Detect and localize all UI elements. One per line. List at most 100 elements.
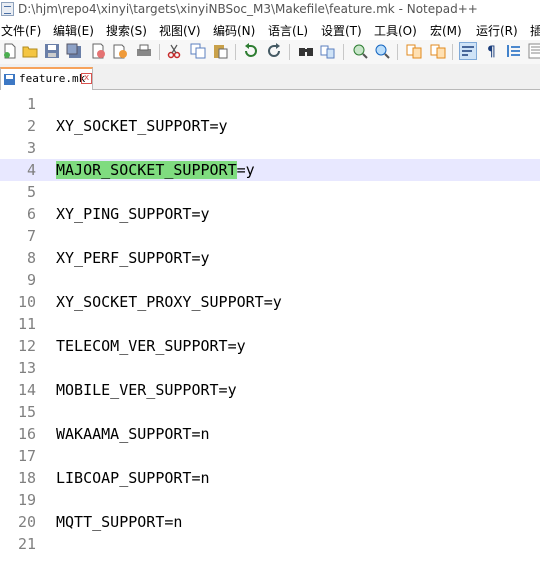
line-number: 2 [26,117,36,135]
line-text[interactable]: WAKAAMA_SUPPORT=n [56,423,210,445]
editor-line-current: 4 MAJOR_SOCKET_SUPPORT=y [0,159,540,181]
line-number: 18 [17,469,36,487]
tab-feature-mk[interactable]: feature.mk x [0,67,93,90]
line-number: 9 [26,271,36,289]
close-tab-icon[interactable]: x [81,73,92,84]
save-icon[interactable] [44,43,60,59]
menu-plugins[interactable]: 插 [530,22,540,39]
toolbar-separator [235,44,236,60]
editor-line: 12 TELECOM_VER_SUPPORT=y [0,335,540,357]
replace-icon[interactable] [320,43,336,59]
line-number: 6 [26,205,36,223]
find-icon[interactable] [298,43,314,59]
word-wrap-icon[interactable] [459,42,477,60]
paste-icon[interactable] [212,43,228,59]
line-number: 8 [26,249,36,267]
menu-tools[interactable]: 工具(O) [374,22,417,39]
menu-encoding[interactable]: 编码(N) [213,22,255,39]
print-icon[interactable] [136,43,152,59]
show-all-chars-icon[interactable]: ¶ [484,43,500,59]
line-number: 15 [17,403,36,421]
line-text[interactable]: XY_PING_SUPPORT=y [56,203,210,225]
redo-icon[interactable] [266,43,282,59]
indent-guide-icon[interactable] [506,43,522,59]
menu-view[interactable]: 视图(V) [159,22,201,39]
menu-file[interactable]: 文件(F) [1,22,41,39]
menu-run[interactable]: 运行(R) [476,22,518,39]
menu-macro[interactable]: 宏(M) [430,22,462,39]
editor-line: 5 [0,181,540,203]
close-icon[interactable] [90,43,106,59]
editor-area[interactable]: 1 2 XY_SOCKET_SUPPORT=y 3 4 MAJOR_SOCKET… [0,90,540,568]
menu-edit[interactable]: 编辑(E) [53,22,94,39]
line-number: 11 [17,315,36,333]
svg-text:¶: ¶ [487,44,496,59]
editor-line: 16 WAKAAMA_SUPPORT=n [0,423,540,445]
toolbar: ¶ [0,40,540,64]
cut-icon[interactable] [166,43,182,59]
line-text[interactable]: MAJOR_SOCKET_SUPPORT=y [56,159,255,181]
line-number: 17 [17,447,36,465]
line-text[interactable]: MOBILE_VER_SUPPORT=y [56,379,237,401]
line-number: 14 [17,381,36,399]
menu-language[interactable]: 语言(L) [268,22,308,39]
undo-icon[interactable] [243,43,259,59]
line-number: 12 [17,337,36,355]
toolbar-separator [159,44,160,60]
line-number: 4 [26,161,36,179]
editor-line: 20 MQTT_SUPPORT=n [0,511,540,533]
menu-search[interactable]: 搜索(S) [106,22,147,39]
line-text[interactable]: LIBCOAP_SUPPORT=n [56,467,210,489]
editor-line: 13 [0,357,540,379]
editor-line: 19 [0,489,540,511]
editor-line: 8 XY_PERF_SUPPORT=y [0,247,540,269]
line-text[interactable]: XY_PERF_SUPPORT=y [56,247,210,269]
line-number: 13 [17,359,36,377]
line-number: 5 [26,183,36,201]
editor-line: 11 [0,313,540,335]
window-title: D:\hjm\repo4\xinyi\targets\xinyiNBSoc_M3… [18,2,478,16]
line-number: 10 [17,293,36,311]
sync-horizontal-icon[interactable] [430,43,446,59]
new-file-icon[interactable] [2,43,18,59]
line-text[interactable]: TELECOM_VER_SUPPORT=y [56,335,246,357]
editor-line: 15 [0,401,540,423]
sync-vertical-icon[interactable] [406,43,422,59]
editor-line: 21 [0,533,540,555]
line-number: 16 [17,425,36,443]
line-number: 19 [17,491,36,509]
toolbar-separator [343,44,344,60]
line-number: 21 [17,535,36,553]
toolbar-separator [452,44,453,60]
menu-settings[interactable]: 设置(T) [321,22,362,39]
line-text[interactable]: XY_SOCKET_SUPPORT=y [56,115,228,137]
editor-line: 9 [0,269,540,291]
save-all-icon[interactable] [66,43,82,59]
line-text[interactable]: XY_SOCKET_PROXY_SUPPORT=y [56,291,282,313]
editor-line: 17 [0,445,540,467]
editor-line: 1 [0,93,540,115]
editor-line: 10 XY_SOCKET_PROXY_SUPPORT=y [0,291,540,313]
menu-bar: 文件(F) 编辑(E) 搜索(S) 视图(V) 编码(N) 语言(L) 设置(T… [0,20,540,40]
toolbar-separator [289,44,290,60]
line-text[interactable]: MQTT_SUPPORT=n [56,511,182,533]
title-bar: D:\hjm\repo4\xinyi\targets\xinyiNBSoc_M3… [0,0,540,20]
zoom-in-icon[interactable] [352,43,368,59]
doc-map-icon[interactable] [528,43,540,59]
line-number: 1 [26,95,36,113]
editor-line: 2 XY_SOCKET_SUPPORT=y [0,115,540,137]
line-number: 3 [26,139,36,157]
zoom-out-icon[interactable] [374,43,390,59]
line-text-rest: =y [236,161,255,179]
editor-line: 18 LIBCOAP_SUPPORT=n [0,467,540,489]
line-number: 20 [17,513,36,531]
copy-icon[interactable] [190,43,206,59]
tab-label: feature.mk [19,72,86,85]
editor-line: 6 XY_PING_SUPPORT=y [0,203,540,225]
saved-file-icon [4,74,15,85]
notepad-app-icon [1,2,14,16]
close-all-icon[interactable] [112,43,128,59]
line-number: 7 [26,227,36,245]
highlighted-match: MAJOR_SOCKET_SUPPORT [56,161,237,179]
open-file-icon[interactable] [22,43,38,59]
